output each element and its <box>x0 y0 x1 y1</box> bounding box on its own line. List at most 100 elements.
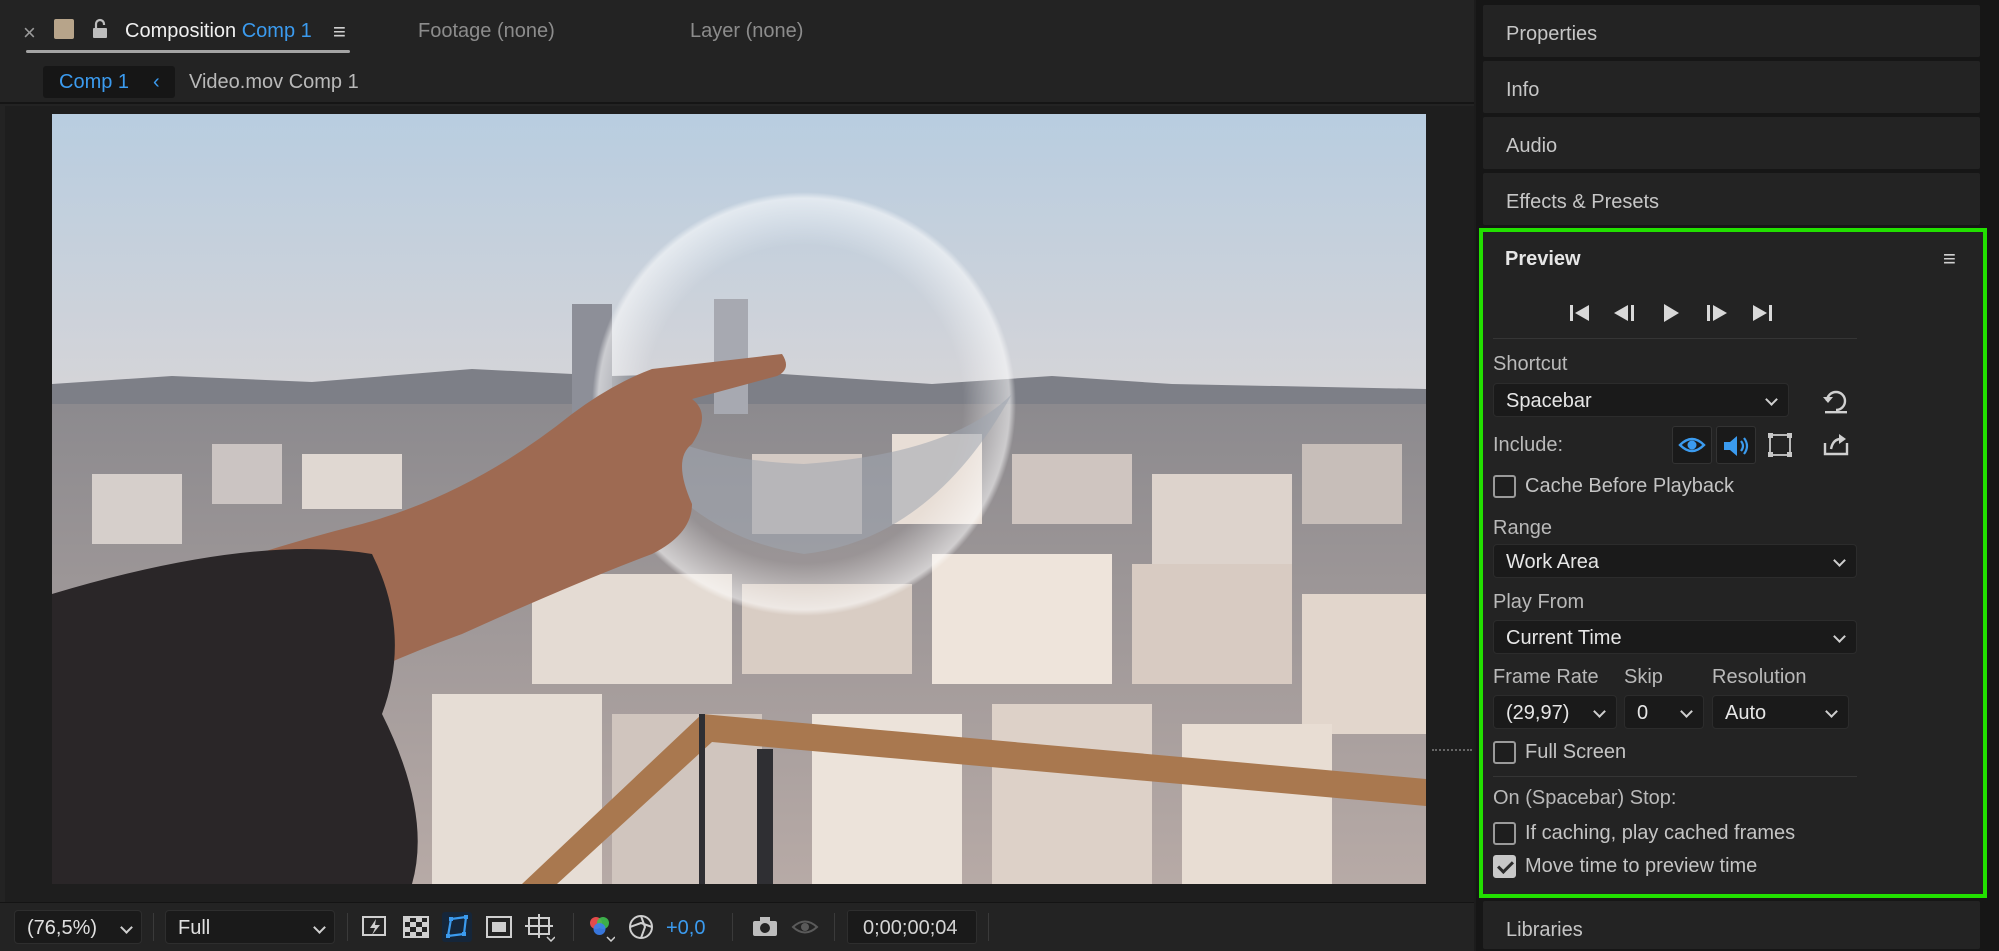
footage-tab[interactable]: Footage (none) <box>418 20 555 43</box>
if-caching-checkbox[interactable] <box>1493 822 1516 845</box>
resolution-dropdown[interactable]: Full <box>165 910 335 944</box>
audio-panel-header[interactable]: Audio <box>1483 117 1980 169</box>
resolution-dropdown[interactable]: Auto <box>1712 695 1849 729</box>
toolbar-divider <box>732 913 733 941</box>
magnification-dropdown[interactable]: (76,5%) <box>14 910 142 944</box>
chevron-down-icon <box>1765 393 1778 406</box>
range-value: Work Area <box>1506 551 1599 573</box>
timecode-value: 0;00;00;04 <box>863 917 958 939</box>
previous-frame-icon[interactable] <box>1611 300 1639 326</box>
next-frame-icon[interactable] <box>1702 300 1730 326</box>
region-of-interest-icon[interactable] <box>484 912 514 942</box>
info-panel-header[interactable]: Info <box>1483 61 1980 113</box>
mask-path-visibility-icon[interactable] <box>442 912 472 942</box>
shortcut-value: Spacebar <box>1506 390 1592 412</box>
libraries-panel-header[interactable]: Libraries <box>1483 901 1980 949</box>
section-divider <box>1493 338 1857 339</box>
breadcrumb-label: Comp 1 <box>59 71 130 93</box>
show-channel-icon[interactable] <box>585 912 615 942</box>
breadcrumb-video-comp[interactable]: Video.mov Comp 1 <box>189 71 359 94</box>
range-label: Range <box>1493 517 1552 539</box>
export-settings-icon[interactable] <box>1821 430 1851 460</box>
eye-icon <box>1678 437 1706 453</box>
effects-presets-panel-header[interactable]: Effects & Presets <box>1483 173 1980 225</box>
playback-controls <box>1567 300 1772 328</box>
cache-before-playback-label: Cache Before Playback <box>1525 475 1735 497</box>
preview-panel-title: Preview <box>1505 248 1581 270</box>
frame-rate-label: Frame Rate <box>1493 666 1599 688</box>
viewer-resize-grip[interactable] <box>1432 749 1472 751</box>
move-time-label: Move time to preview time <box>1525 855 1758 877</box>
panel-title: Audio <box>1506 135 1558 157</box>
play-from-label: Play From <box>1493 591 1585 613</box>
lock-icon[interactable] <box>89 18 111 40</box>
chevron-down-icon <box>1593 705 1606 718</box>
move-time-checkbox[interactable] <box>1493 855 1516 878</box>
layer-tab[interactable]: Layer (none) <box>690 20 803 43</box>
exposure-offset-value[interactable]: +0,0 <box>666 917 705 940</box>
include-label: Include: <box>1493 434 1564 456</box>
color-management-icon[interactable] <box>626 912 656 942</box>
label-color-swatch[interactable] <box>54 19 74 39</box>
skip-label: Skip <box>1624 666 1663 688</box>
composition-tab-name: Comp 1 <box>241 20 312 42</box>
chevron-down-icon <box>1680 705 1693 718</box>
snapshot-icon[interactable] <box>750 912 780 942</box>
frame-rate-dropdown[interactable]: (29,97) <box>1493 695 1617 729</box>
active-tab-indicator <box>26 50 350 53</box>
first-frame-icon[interactable] <box>1567 300 1595 326</box>
include-video-toggle[interactable] <box>1672 426 1712 464</box>
grid-guides-icon[interactable] <box>525 912 555 942</box>
panel-menu-icon[interactable]: ≡ <box>333 19 346 45</box>
show-snapshot-icon[interactable] <box>790 912 820 942</box>
skip-dropdown[interactable]: 0 <box>1624 695 1704 729</box>
full-screen-label: Full Screen <box>1525 741 1627 763</box>
current-time-display[interactable]: 0;00;00;04 <box>847 910 977 944</box>
toolbar-divider <box>347 913 348 941</box>
cache-before-playback-checkbox[interactable] <box>1493 475 1516 498</box>
composition-tab[interactable]: Composition Comp 1 <box>125 20 312 43</box>
play-from-value: Current Time <box>1506 627 1622 649</box>
chevron-down-icon <box>313 921 326 934</box>
viewer-footer-toolbar: (76,5%) Full +0,0 0;00;00;04 <box>0 902 1474 951</box>
section-divider <box>1493 776 1857 777</box>
reset-icon[interactable] <box>1821 387 1851 417</box>
transparency-grid-icon[interactable] <box>401 912 431 942</box>
properties-panel-header[interactable]: Properties <box>1483 5 1980 57</box>
composition-tab-prefix: Composition <box>125 20 237 42</box>
fast-previews-icon[interactable] <box>360 912 390 942</box>
chevron-down-icon <box>1833 554 1846 567</box>
toolbar-divider <box>834 913 835 941</box>
composition-frame[interactable] <box>52 114 1426 884</box>
if-caching-label: If caching, play cached frames <box>1525 822 1796 844</box>
composition-panel: × Composition Comp 1 ≡ Footage (none) La… <box>0 0 1474 951</box>
frame-rate-value: (29,97) <box>1506 702 1570 724</box>
composition-navigator: Comp 1 ‹ Video.mov Comp 1 <box>0 62 1474 104</box>
play-from-dropdown[interactable]: Current Time <box>1493 620 1857 654</box>
breadcrumb-comp-1[interactable]: Comp 1 ‹ <box>43 66 175 98</box>
speaker-icon <box>1724 436 1749 456</box>
range-dropdown[interactable]: Work Area <box>1493 544 1857 578</box>
toolbar-divider <box>573 913 574 941</box>
last-frame-icon[interactable] <box>1747 300 1775 326</box>
include-audio-toggle[interactable] <box>1716 426 1756 464</box>
chevron-down-icon <box>120 921 133 934</box>
chevron-left-icon[interactable]: ‹ <box>153 71 160 94</box>
skip-value: 0 <box>1637 702 1649 724</box>
include-options <box>1672 426 1802 464</box>
resolution-label: Resolution <box>1712 666 1807 688</box>
shortcut-dropdown[interactable]: Spacebar <box>1493 383 1789 417</box>
magnification-value: (76,5%) <box>27 917 98 939</box>
panel-title: Libraries <box>1506 919 1583 941</box>
chevron-down-icon <box>1833 630 1846 643</box>
include-overlays-toggle[interactable] <box>1760 426 1800 464</box>
preview-panel: Preview ≡ Shortcut Spacebar Include: Cac… <box>1479 228 1987 898</box>
panel-menu-icon[interactable]: ≡ <box>1943 246 1956 272</box>
panel-title: Effects & Presets <box>1506 191 1660 213</box>
full-screen-checkbox[interactable] <box>1493 741 1516 764</box>
resolution-value: Full <box>178 917 211 939</box>
overlays-icon <box>1768 433 1792 457</box>
play-icon[interactable] <box>1657 300 1685 326</box>
toolbar-divider <box>988 913 989 941</box>
close-tab-icon[interactable]: × <box>23 20 36 46</box>
